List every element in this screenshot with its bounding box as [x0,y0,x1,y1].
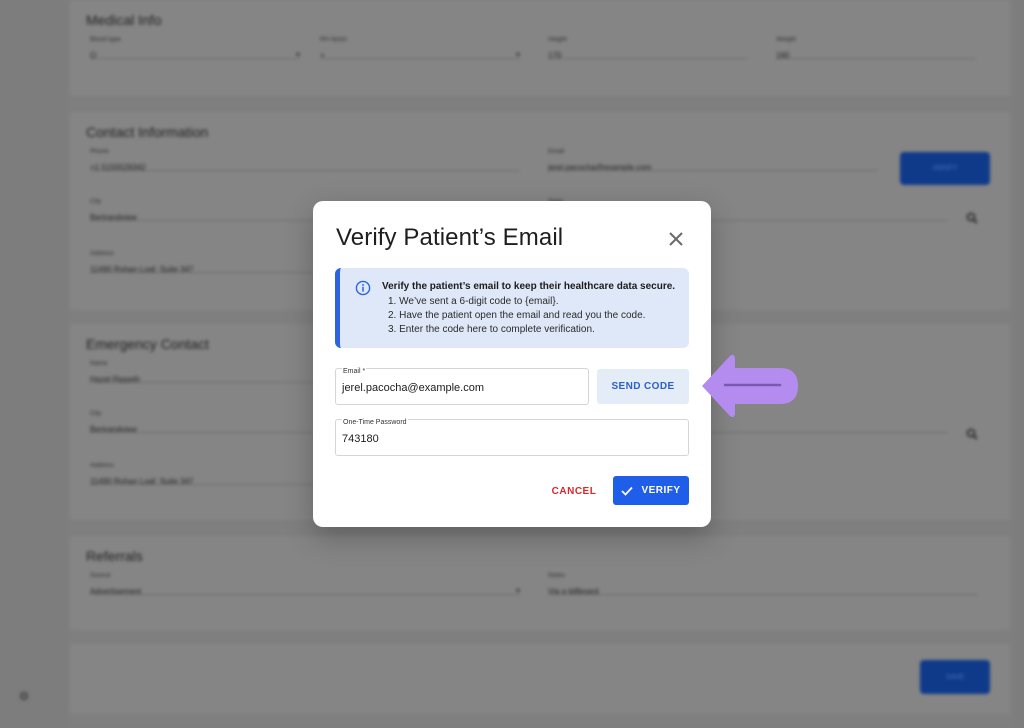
otp-field-value[interactable]: 743180 [342,433,379,445]
save-label: SAVE [945,673,965,681]
weight-field[interactable]: Weight 160 [776,36,976,60]
section-title-medical: Medical Info [86,12,162,28]
info-alert: Verify the patient’s email to keep their… [335,268,689,348]
field-label: Blood type [90,36,121,43]
email-field-label: Email * [342,368,367,375]
info-step: 3. Enter the code here to complete verif… [388,324,595,335]
footer-bar: SAVE [70,644,1010,714]
dialog-title: Verify Patient’s Email [336,224,564,251]
medical-info-card: Medical Info Blood type O ▾ RH factor + … [70,0,1010,96]
info-step: 2. Have the patient open the email and r… [388,310,646,321]
section-title-emergency: Emergency Contact [86,336,209,352]
phone-field[interactable]: Phone +1 5155529342 [90,148,520,172]
save-button[interactable]: SAVE [920,660,990,694]
info-steps: 1. We’ve sent a 6-digit code to {email}.… [382,295,645,337]
referral-notes-field[interactable]: Notes Via a billboard [548,572,978,596]
send-code-button[interactable]: SEND CODE [597,369,689,404]
contact-verify-button[interactable]: VERIFY [900,152,990,185]
field-label: Notes [548,572,565,579]
referrals-card: Referrals Source Advertisement ▾ Notes V… [70,536,1010,630]
referral-source-field[interactable]: Source Advertisement ▾ [90,572,520,596]
info-icon [355,280,371,296]
cancel-button[interactable]: CANCEL [545,480,603,502]
search-icon[interactable] [966,428,978,440]
field-label: Email [548,148,565,155]
arrow-left-icon [702,354,798,418]
height-field[interactable]: Height 170 [548,36,748,60]
field-label: Height [548,36,567,43]
info-headline: Verify the patient’s email to keep their… [382,281,676,292]
otp-field-label: One-Time Password [342,419,408,426]
field-label: Weight [776,36,797,43]
rh-factor-field[interactable]: RH factor + ▾ [320,36,520,60]
caret-down-icon: ▾ [295,50,300,59]
otp-field[interactable]: One-Time Password 743180 [335,419,689,456]
field-label: RH factor [320,36,348,43]
verify-button-label: VERIFY [641,485,681,496]
close-button[interactable] [665,228,687,250]
caret-down-icon: ▾ [515,50,520,59]
email-field[interactable]: Email * jerel.pacocha@example.com [335,368,589,405]
email-field-value[interactable]: jerel.pacocha@example.com [342,382,484,394]
section-title-referrals: Referrals [86,548,143,564]
field-label: Phone [90,148,109,155]
field-label: Source [90,572,111,579]
verify-button[interactable]: VERIFY [613,476,689,505]
blood-type-field[interactable]: Blood type O ▾ [90,36,300,60]
search-icon[interactable] [966,212,978,224]
check-icon [621,486,634,496]
settings-icon[interactable] [18,690,30,702]
close-icon [669,232,683,246]
caret-down-icon: ▾ [515,586,520,595]
verify-email-dialog: Verify Patient’s Email Verify the patien… [313,201,711,527]
info-step: 1. We’ve sent a 6-digit code to {email}. [388,296,559,307]
contact-email-field[interactable]: Email jerel.pacocha@example.com [548,148,878,172]
section-title-contact: Contact Information [86,124,209,140]
